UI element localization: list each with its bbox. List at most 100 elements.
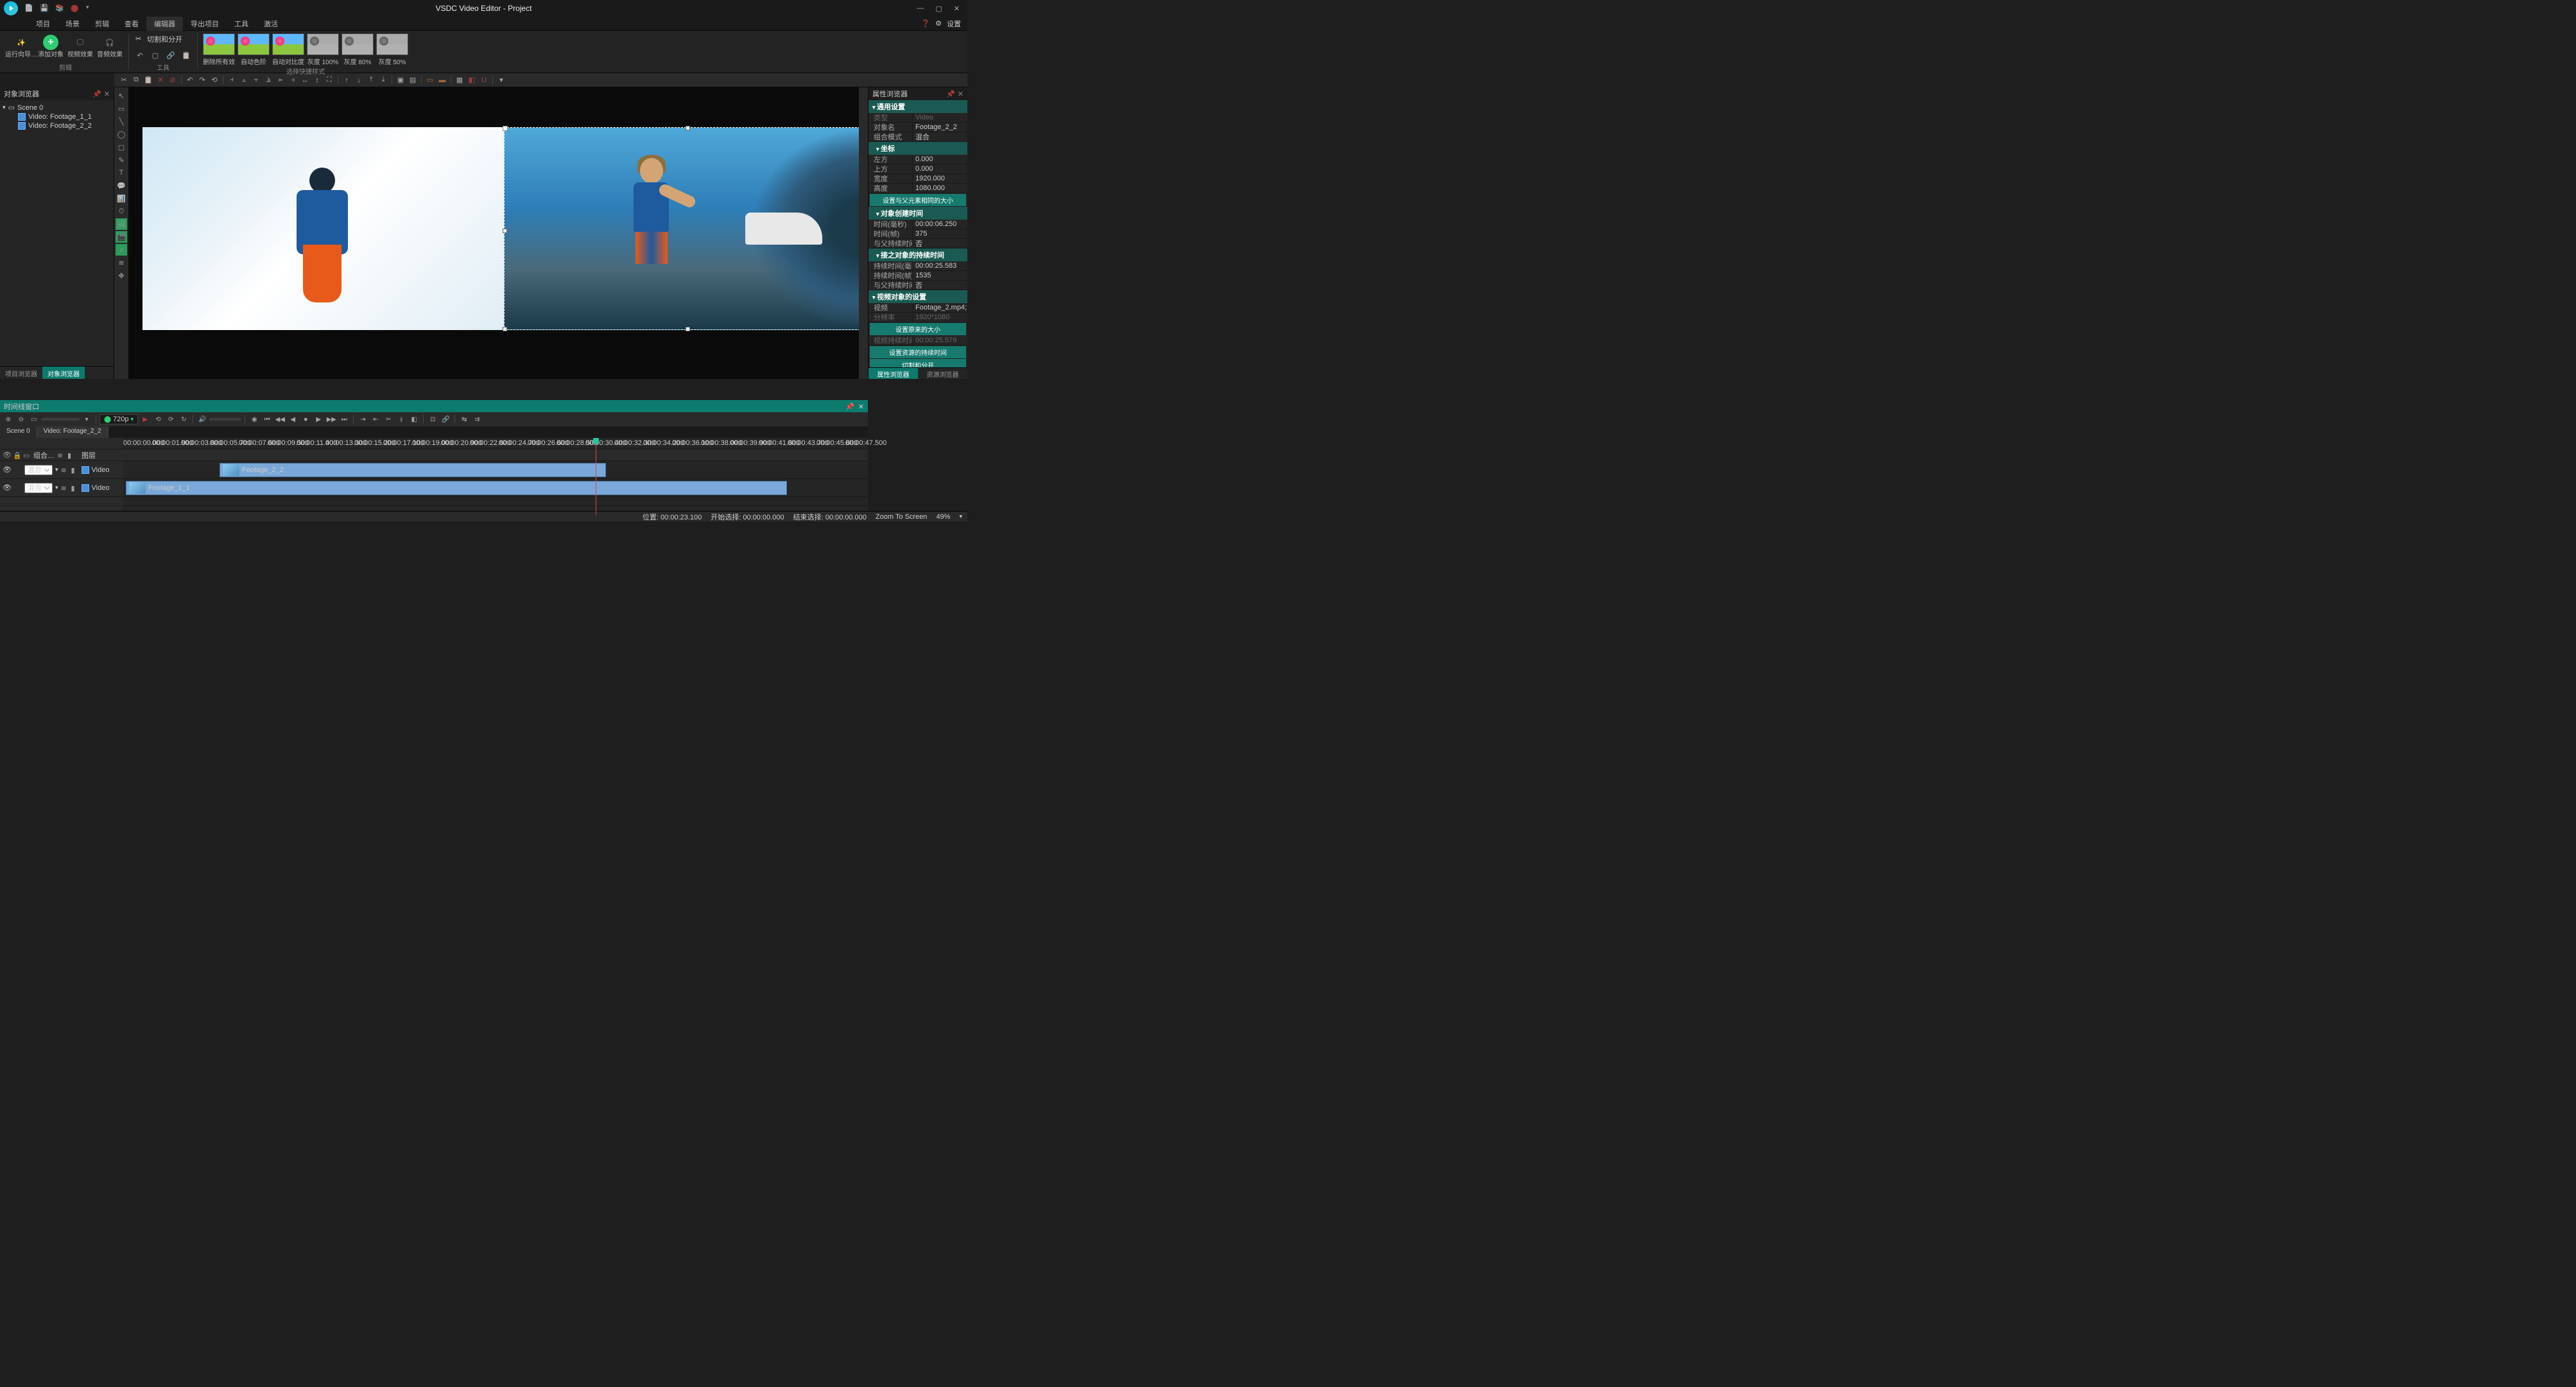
tl-add-icon[interactable]: ⊕ [3,414,14,425]
zoom-label[interactable]: Zoom To Screen [876,513,928,521]
tooltip-icon[interactable]: 💬 [116,180,127,191]
prop-action-button[interactable]: 切割和分开 [870,359,966,367]
cut-region-icon[interactable]: ✂ [383,414,394,425]
ellipse-icon[interactable]: ◯ [116,128,127,140]
help-icon[interactable]: ❓ [921,19,930,28]
chevron-down-icon[interactable]: ▾ [55,466,58,473]
lock-icon[interactable]: 🔒 [13,451,21,459]
first-frame-icon[interactable]: ⏮ [261,414,273,425]
prop-value[interactable]: 1535 [912,271,967,280]
underline-icon[interactable]: U [478,74,490,86]
video-effects-button[interactable]: 🖵 视频效果 [67,33,94,60]
minimize-button[interactable]: — [917,4,924,13]
align-hcenter-icon[interactable]: ⫠ [238,74,250,86]
image-icon[interactable]: 🖼 [116,218,127,230]
ripple-icon[interactable]: ↹ [458,414,470,425]
timeline-clip-2[interactable]: Footage_2_2 [220,463,606,477]
chevron-down-icon[interactable]: ▾ [55,484,58,491]
undo-icon[interactable]: ↶ [134,49,146,61]
menu-scene[interactable]: 场景 [58,17,87,31]
prop-value[interactable]: Video [912,113,967,122]
tab-project-browser[interactable]: 项目浏览器 [0,367,42,379]
qat-save-icon[interactable]: 💾 [40,4,49,13]
link-icon[interactable]: 🔗 [165,49,177,61]
eye-icon[interactable]: 👁 [3,451,10,459]
prop-action-button[interactable]: 设置与父元素相同的大小 [870,194,966,206]
snap-icon[interactable]: ▦ [454,74,465,86]
pointer-icon[interactable]: ↖ [116,90,127,101]
prop-value[interactable]: 0.000 [912,164,967,173]
audio-add-icon[interactable]: ♪ [116,244,127,256]
crop-tl-icon[interactable]: ◧ [408,414,420,425]
history-icon[interactable]: ⟲ [209,74,220,86]
menu-tools[interactable]: 工具 [227,17,256,31]
next-icon[interactable]: ▶ [313,414,324,425]
preset-thumb-2[interactable] [272,33,304,55]
bars-mini-icon[interactable]: ▮ [71,484,79,492]
tree-item-video2[interactable]: Video: Footage_2_2 [3,121,111,130]
align-vcenter-icon[interactable]: ⫢ [275,74,286,86]
next-frame-icon[interactable]: ▶▶ [325,414,337,425]
cut-split-button[interactable]: ✂ 切割和分开 [134,33,192,45]
tab-object-browser[interactable]: 对象浏览器 [42,367,85,379]
prop-value[interactable]: 1920.000 [912,174,967,183]
rounded-icon[interactable]: ▢ [116,141,127,153]
tl-slider[interactable] [41,418,80,421]
select-none-icon[interactable]: ▭ [424,74,436,86]
pin-icon[interactable]: 📌 [946,90,955,98]
marker-icon[interactable]: ◉ [248,414,260,425]
redo-icon[interactable]: ▢ [150,49,161,61]
settings-label[interactable]: 设置 [947,19,961,29]
align-bottom-icon[interactable]: ⫣ [287,74,298,86]
tl-remove-icon[interactable]: ⊖ [15,414,27,425]
fit-both-icon[interactable]: ⛶ [324,74,335,86]
canvas-vscrollbar[interactable] [859,87,868,379]
loop-region-icon[interactable]: ⟳ [165,414,177,425]
snap-tl-icon[interactable]: ⊡ [427,414,438,425]
arrow-bottom-icon[interactable]: ⤓ [377,74,389,86]
preset-thumb-1[interactable] [238,33,270,55]
mark-out-icon[interactable]: ⇤ [370,414,381,425]
undo2-icon[interactable]: ↶ [184,74,196,86]
play-icon[interactable]: ▶ [139,414,151,425]
link-tl-icon[interactable]: 🔗 [440,414,451,425]
audio-effects-button[interactable]: 🎧 音频效果 [96,33,123,60]
zoom-value[interactable]: 49% [936,513,950,521]
paste-icon[interactable]: 📋 [180,49,192,61]
text-icon[interactable]: T [116,167,127,179]
prev-icon[interactable]: ◀ [287,414,298,425]
prop-value[interactable]: 375 [912,229,967,238]
clear-icon[interactable]: ⊘ [167,74,178,86]
prop-section[interactable]: 坐标 [869,142,967,155]
menu-editor[interactable]: 编辑器 [146,17,183,31]
copy-icon[interactable]: ⧉ [130,74,142,86]
qat-record-icon[interactable]: ⬤ [71,4,80,13]
stop-icon[interactable]: ⏹ [300,414,311,425]
more-icon[interactable]: ▾ [496,74,507,86]
menu-export[interactable]: 导出项目 [183,17,227,31]
prop-value[interactable]: Footage_2.mp4; ID [912,303,967,312]
prop-value[interactable]: 00:00:06.250 [912,220,967,229]
timeline-tab-scene[interactable]: Scene 0 [0,426,37,438]
rect-icon[interactable]: ▭ [116,103,127,114]
select-all-icon[interactable]: ▬ [437,74,448,86]
quality-dropdown[interactable]: ⬤ 720p ▾ [99,414,138,424]
wave-mini-icon[interactable]: ≋ [61,466,69,474]
menu-activate[interactable]: 激活 [256,17,286,31]
wave-icon[interactable]: ≋ [57,451,65,459]
bars-icon[interactable]: ▮ [67,451,75,459]
tl-more-icon[interactable]: ▾ [81,414,92,425]
pin-icon[interactable]: 📌 [845,403,854,411]
arrow-down-icon[interactable]: ↓ [353,74,365,86]
prop-value[interactable]: 否 [912,239,967,248]
qat-saveall-icon[interactable]: 📚 [55,4,64,13]
volume-icon[interactable]: 🔊 [196,414,208,425]
add-object-button[interactable]: + 添加对象 [37,33,64,60]
group-icon[interactable]: ▣ [395,74,406,86]
loop-end-icon[interactable]: ↻ [178,414,189,425]
prop-value[interactable]: 否 [912,281,967,290]
pin-icon[interactable]: 📌 [92,90,101,98]
fit-width-icon[interactable]: ↔ [299,74,311,86]
maximize-button[interactable]: ▢ [935,4,942,13]
blend-select[interactable]: 混合 [24,465,53,475]
